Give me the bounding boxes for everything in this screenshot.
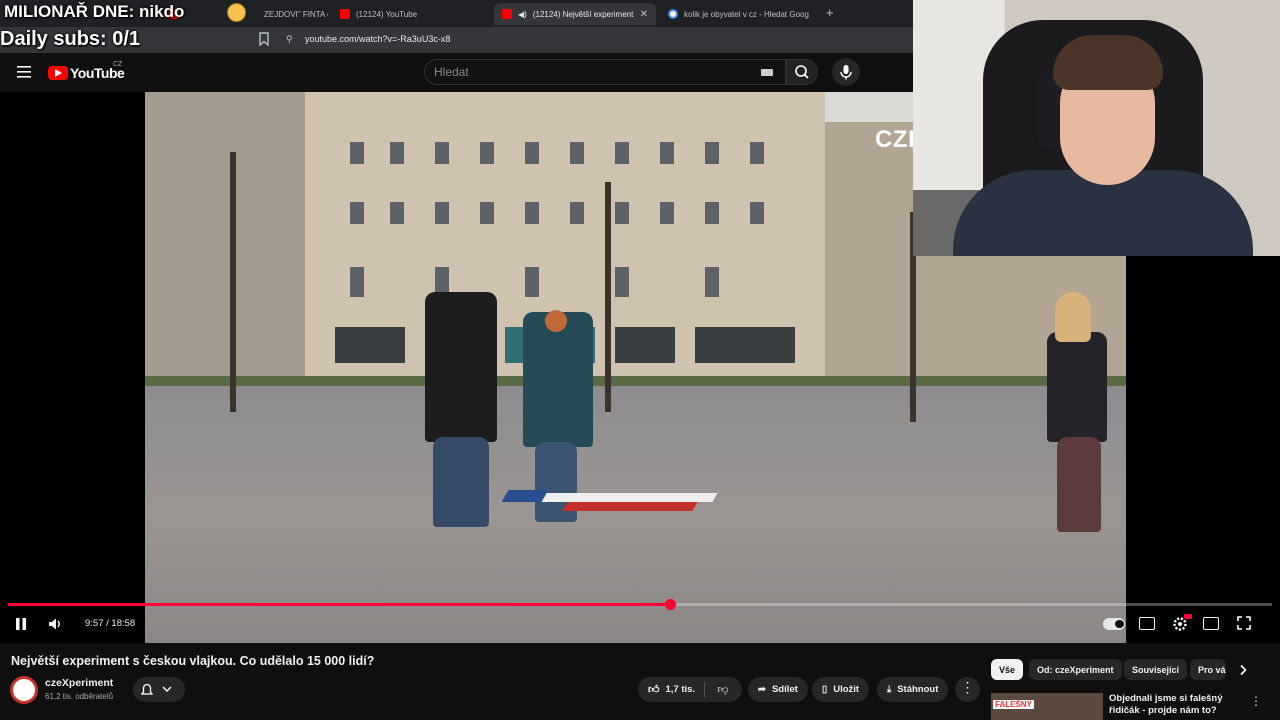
tab-label: ZEJDOVI" FINTA od [264,9,328,19]
tab-label: (12124) YouTube [356,9,418,19]
share-icon: ➦ [758,684,766,695]
site-info-icon[interactable]: ⚲ [286,34,293,45]
miniplayer-button[interactable] [1203,617,1219,630]
download-label: Stáhnout [897,684,939,695]
url-field[interactable]: youtube.com/watch?v=-Ra3uU3c-x8 [305,34,450,44]
microphone-icon [840,65,852,80]
subtitles-button[interactable] [1139,617,1155,630]
browser-tab-2[interactable]: (12124) YouTube [332,3,490,25]
new-tab-button[interactable]: + [826,5,834,20]
close-tab-icon[interactable]: ✕ [640,9,648,20]
video-grass [145,376,1126,386]
tab-label: (12124) Největší experiment [532,9,634,19]
dislike-button[interactable]: 👎︎ [708,677,738,702]
related-more-button[interactable]: ⋮ [1250,694,1262,708]
video-title: Největší experiment s českou vlajkou. Co… [11,654,375,668]
stream-overlay-title: MILIONAŘ DNE: nikdo [4,2,185,21]
video-person [425,292,497,442]
google-icon [668,9,678,19]
pause-button[interactable] [12,615,30,633]
video-tree [230,152,236,412]
stream-overlay-subs: Daily subs: 0/1 [0,28,141,50]
browser-tab-4[interactable]: kolik je obyvatel v cz - Hledat Goog [660,3,820,25]
video-tree [605,182,611,412]
thumbs-up-icon: 👍︎ [648,684,660,696]
video-person-legs [433,437,489,527]
bell-icon [140,683,172,695]
video-person-hair [1055,292,1091,342]
channel-name[interactable]: czeXperiment [45,677,113,689]
speaker-icon: ◀) [518,9,527,19]
download-button[interactable]: ⤓ Stáhnout [877,677,949,702]
search-icon [795,65,809,79]
play-triangle-icon [55,69,62,77]
voice-search-button[interactable] [832,58,860,86]
menu-icon[interactable] [17,66,31,78]
notification-bell-button[interactable] [133,677,185,702]
bookmark-icon[interactable] [258,32,270,46]
related-video-title[interactable]: Objednali jsme si falešný řidičák - proj… [1109,693,1249,717]
video-building-left [145,92,310,382]
chip-all[interactable]: Vše [991,659,1024,680]
streamer-hair [1053,35,1163,90]
streamer-webcam [913,0,1280,256]
like-count: 1,7 tis. [665,684,696,695]
tab-label: kolik je obyvatel v cz - Hledat Goog [684,9,809,19]
czech-flag-blue [501,490,549,502]
chip-for-you[interactable]: Pro vás [1190,659,1226,680]
hd-badge [1184,614,1192,619]
region-code: CZ [113,61,123,68]
video-person-legs [1057,437,1101,532]
video-person [523,312,593,447]
chip-from-channel[interactable]: Od: czeXperiment [1029,659,1122,680]
video-person-head [545,310,567,332]
autoplay-knob [1115,620,1124,628]
youtube-icon [340,9,350,19]
chevron-right-icon[interactable] [1236,663,1250,677]
progress-scrubber[interactable] [665,599,676,610]
search-button[interactable] [786,59,818,85]
browser-tab-3[interactable]: ◀) (12124) Největší experiment ✕ [494,3,656,25]
emoji-icon [227,3,246,22]
save-label: Uložit [833,684,860,695]
time-display: 9:57 / 18:58 [85,618,136,629]
more-actions-button[interactable]: ⋮ [955,677,980,702]
fullscreen-icon[interactable] [1236,615,1252,631]
chip-related[interactable]: Související [1124,659,1188,680]
youtube-icon [502,9,512,19]
volume-button[interactable] [46,615,64,633]
thumbs-down-icon: 👎︎ [717,684,729,696]
save-button[interactable]: ▯ Uložit [812,677,870,702]
like-divider [704,682,705,697]
video-person [1047,332,1107,442]
progress-fill [8,603,670,606]
search-input[interactable] [434,64,734,80]
download-icon: ⤓ [887,684,892,695]
czech-flag-red [562,502,698,511]
keyboard-icon[interactable] [761,69,773,76]
related-thumbnail-text: FALEŠNÝ [993,700,1034,709]
channel-avatar[interactable] [10,676,38,704]
share-label: Sdílet [771,684,798,695]
share-button[interactable]: ➦ Sdílet [748,677,808,702]
bookmark-save-icon: ▯ [822,684,828,695]
subscriber-count: 61,2 tis. odběratelů [45,692,114,701]
